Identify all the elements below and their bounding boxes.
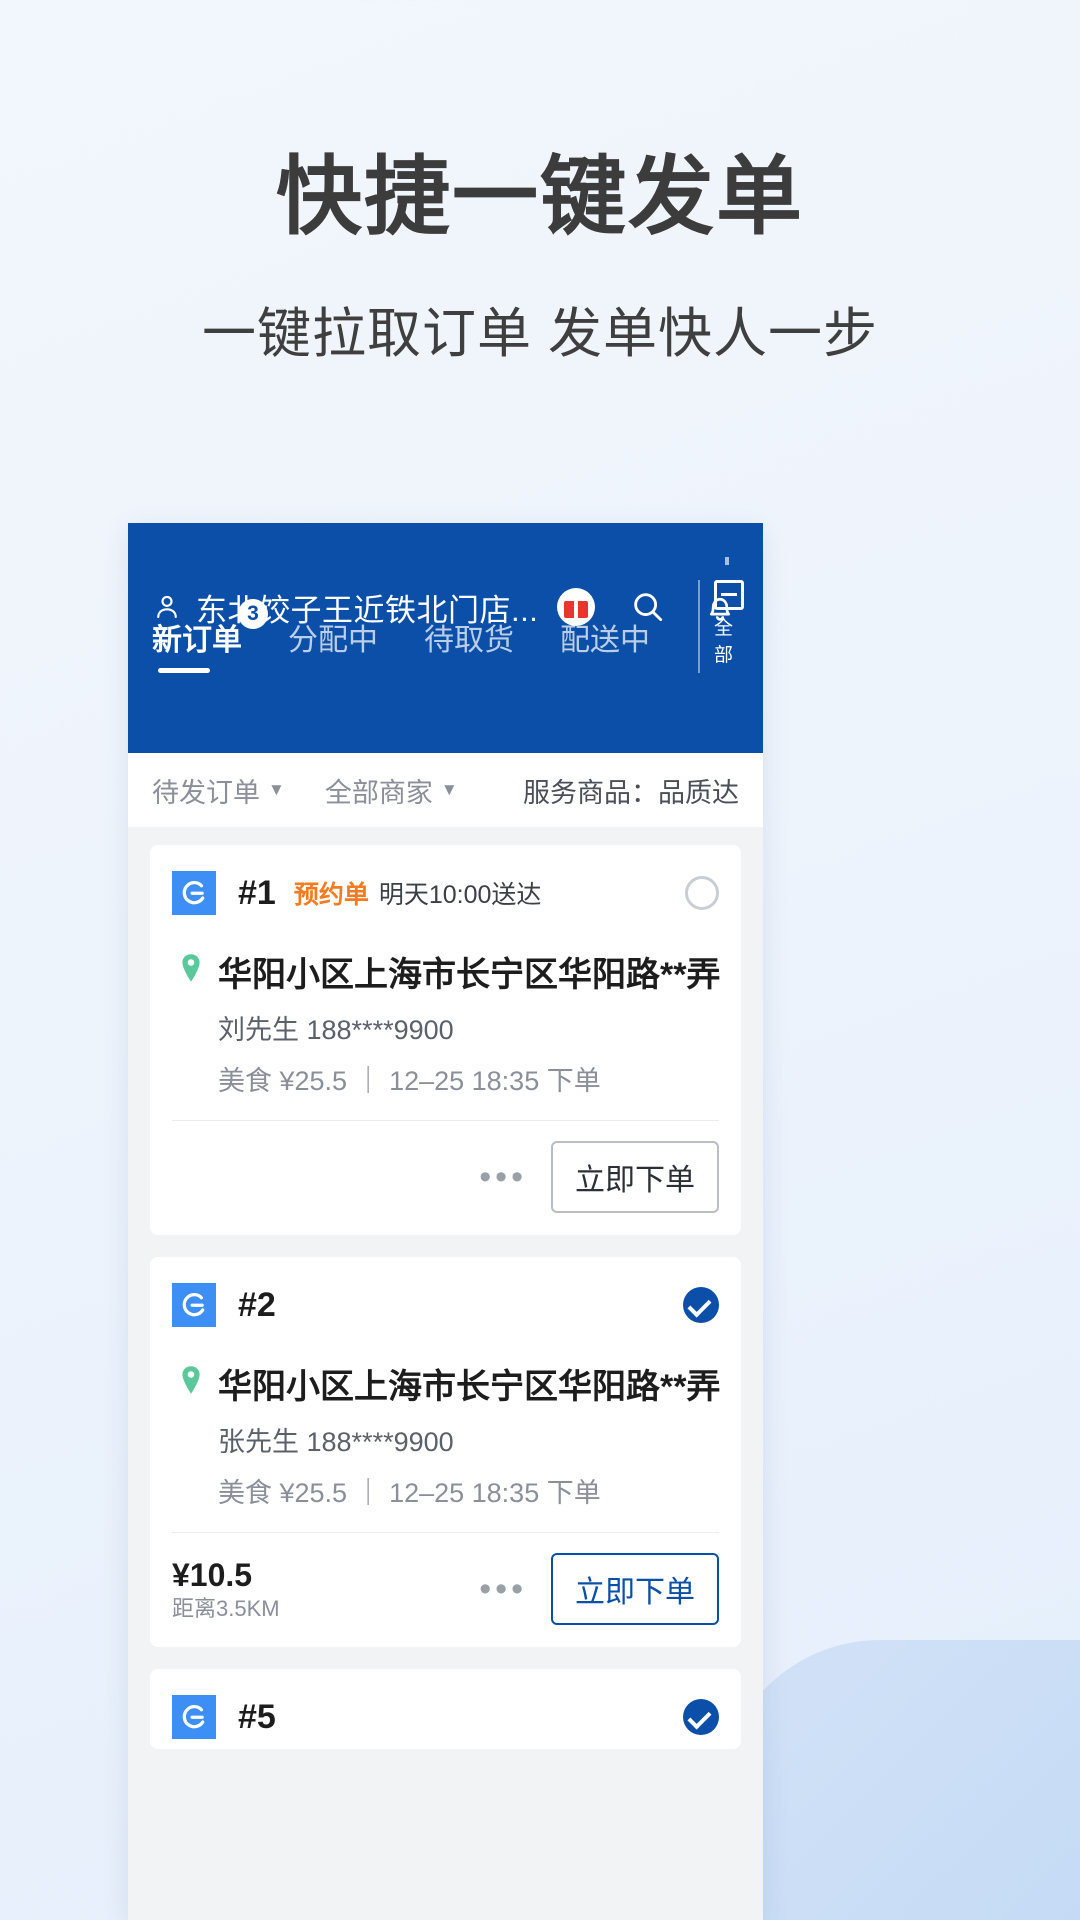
chevron-down-icon: ▼ [268,780,285,799]
eleme-logo-icon [172,1695,216,1739]
store-row: 东北饺子王近铁北门店... [152,523,739,628]
order-address: 华阳小区上海市长宁区华阳路**弄 [218,956,721,994]
eleme-logo-icon [172,871,216,915]
tabs-all-label: 全部 [714,618,734,666]
place-order-button[interactable]: 立即下单 [551,1553,719,1625]
tab-awaiting-pickup[interactable]: 待取货 [424,615,514,673]
order-card-footer: ¥10.5 距离3.5KM ••• 立即下单 [172,1533,719,1647]
tab-active-underline [158,668,210,673]
filter-order-status[interactable]: 待发订单 ▼ [152,771,285,810]
order-card-footer: ••• 立即下单 [172,1121,719,1235]
order-card-header: #2 [172,1257,719,1337]
tab-label: 新订单 [152,624,242,657]
tab-delivering[interactable]: 配送中 [560,615,650,673]
order-card[interactable]: #2 华阳小区上海市长宁区华阳路**弄 张先生 188****9900 美食 ¥… [150,1257,741,1647]
background-decoration [720,1640,1080,1920]
order-meta: 美食 ¥25.5 ｜ 12–25 18:35 下单 [218,1478,601,1508]
tabs-all-button[interactable]: 全部 [698,580,744,673]
location-pin-icon [182,954,200,982]
location-pin-icon [182,1366,200,1394]
more-options-icon[interactable]: ••• [479,1158,527,1197]
page-title: 快捷一键发单 [276,149,804,245]
order-price: ¥10.5 [172,1556,253,1593]
tab-new-orders[interactable]: 新订单 3 [152,599,268,673]
page-subtitle: 一键拉取订单 发单快人一步 [201,303,878,364]
order-contact: 张先生 188****9900 [218,1427,454,1457]
order-deliver-time: 明天10:00送达 [378,881,542,909]
order-address: 华阳小区上海市长宁区华阳路**弄 [218,1368,721,1406]
order-address-row: 华阳小区上海市长宁区华阳路**弄 [172,925,721,996]
order-list: #1 预约单 明天10:00送达 华阳小区上海市长宁区华阳路**弄 刘先生 18… [128,827,763,1749]
order-distance: 距离3.5KM [172,1595,280,1621]
status-bar-indicator [725,557,729,565]
order-select-checkbox-checked[interactable] [683,1287,719,1323]
order-card[interactable]: #5 [150,1669,741,1749]
order-number: #2 [238,1285,276,1324]
app-header: 东北饺子王近铁北门店... 新订单 3 分配中 待取货 配送中 全部 [128,523,763,753]
chevron-down-icon: ▼ [440,780,458,799]
order-card-header: #1 预约单 明天10:00送达 [172,845,719,925]
eleme-logo-icon [172,1283,216,1327]
app-screenshot-mock: 东北饺子王近铁北门店... 新订单 3 分配中 待取货 配送中 全部 待发订单 … [128,523,763,1920]
order-number: #1 [238,873,276,912]
order-badge-reservation: 预约单 [293,881,369,909]
place-order-button[interactable]: 立即下单 [551,1141,719,1213]
order-select-checkbox-checked[interactable] [683,1699,719,1735]
filter-merchant[interactable]: 全部商家 ▼ [325,771,458,810]
filter-bar: 待发订单 ▼ 全部商家 ▼ 服务商品：品质达 [128,753,763,827]
order-price-block: ¥10.5 距离3.5KM [172,1557,280,1621]
order-contact: 刘先生 188****9900 [218,1015,454,1045]
order-address-row: 华阳小区上海市长宁区华阳路**弄 [172,1337,721,1408]
hero-section: 快捷一键发单 一键拉取订单 发单快人一步 [0,0,1080,368]
more-options-icon[interactable]: ••• [479,1570,527,1609]
order-select-checkbox[interactable] [685,876,719,910]
order-card[interactable]: #1 预约单 明天10:00送达 华阳小区上海市长宁区华阳路**弄 刘先生 18… [150,845,741,1235]
order-card-header: #5 [172,1669,719,1749]
tab-assigning[interactable]: 分配中 [288,615,378,673]
order-number: #5 [238,1697,276,1736]
filter-merchant-label: 全部商家 [324,777,433,808]
order-tabs: 新订单 3 分配中 待取货 配送中 取 全部 [152,580,744,673]
order-meta: 美食 ¥25.5 ｜ 12–25 18:35 下单 [218,1066,601,1096]
service-product-label: 服务商品：品质达 [523,777,739,808]
filter-order-status-label: 待发订单 [152,777,260,808]
list-icon [714,580,744,610]
tab-badge-count: 3 [238,599,268,629]
